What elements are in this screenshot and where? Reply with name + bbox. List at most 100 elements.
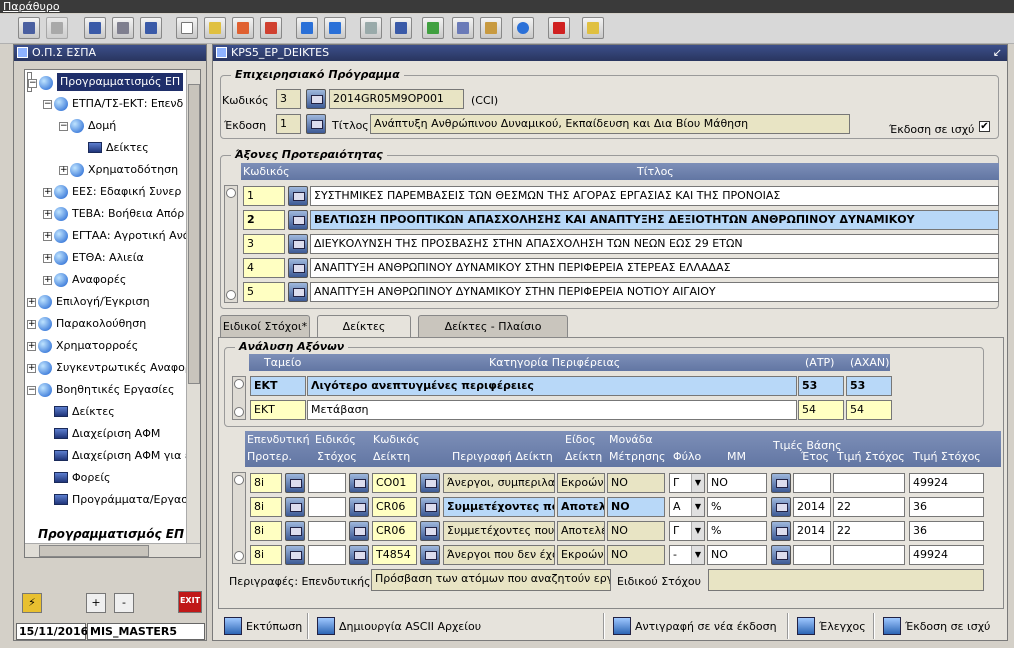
notes-icon[interactable] xyxy=(422,17,444,39)
check-button[interactable]: Έλεγχος xyxy=(795,615,866,639)
tab-specific-objectives[interactable]: Ειδικοί Στόχοι* xyxy=(220,315,310,337)
axis-code-field[interactable]: 3 xyxy=(243,234,285,254)
axes-row-scrollbar[interactable] xyxy=(224,185,238,303)
edit-icon[interactable] xyxy=(204,17,226,39)
objective-desc-field[interactable] xyxy=(708,569,984,591)
ascii-export-button[interactable]: Δημιουργία ASCII Αρχείου xyxy=(315,615,481,639)
collapse-button[interactable]: - xyxy=(114,593,134,613)
expand-node-icon[interactable]: + xyxy=(27,364,36,373)
axis-code-field[interactable]: 1 xyxy=(243,186,285,206)
axis-lov-icon[interactable] xyxy=(288,258,308,278)
expand-node-icon[interactable]: + xyxy=(43,210,52,219)
query-icon[interactable] xyxy=(390,17,412,39)
expand-node-icon[interactable]: + xyxy=(43,276,52,285)
axis-lov-icon[interactable] xyxy=(288,210,308,230)
save-icon[interactable] xyxy=(18,17,40,39)
indicator-description-field[interactable]: Άνεργοι που δεν έχου xyxy=(443,545,555,565)
unit-field[interactable]: ΝΟ xyxy=(607,473,665,493)
indicator-code-field[interactable]: CR06 xyxy=(372,497,417,517)
axan-field[interactable]: 53 xyxy=(846,376,892,396)
tree-horizontal-scrollbar[interactable] xyxy=(25,543,200,557)
indicator-description-field[interactable]: Άνεργοι, συμπεριλαμ xyxy=(443,473,555,493)
expand-node-icon[interactable]: + xyxy=(27,320,36,329)
atp-field[interactable]: 54 xyxy=(798,400,844,420)
collapse-node-icon[interactable]: − xyxy=(43,100,52,109)
collapse-node-icon[interactable]: − xyxy=(27,386,36,395)
objective-lov-icon[interactable] xyxy=(349,473,369,493)
version-field[interactable]: 1 xyxy=(276,114,301,134)
checkmark-icon[interactable] xyxy=(46,17,68,39)
specific-objective-field[interactable] xyxy=(308,497,346,517)
unit-field[interactable]: ΝΟ xyxy=(607,545,665,565)
indicator-code-field[interactable]: CO01 xyxy=(372,473,417,493)
indicator-lov-icon[interactable] xyxy=(420,497,440,517)
base-year-field[interactable]: 2014 xyxy=(793,521,831,541)
indicator-type-field[interactable]: Εκροών xyxy=(557,545,605,565)
sex-select[interactable]: - ▼ xyxy=(669,545,705,565)
valid-version-checkbox[interactable]: ✔ xyxy=(979,121,990,132)
mm-lov-icon[interactable] xyxy=(771,473,791,493)
axis-title-field[interactable]: ΑΝΑΠΤΥΞΗ ΑΝΘΡΩΠΙΝΟΥ ΔΥΝΑΜΙΚΟΥ ΣΤΗΝ ΠΕΡΙΦ… xyxy=(310,282,999,302)
tree-node[interactable]: − Προγραμματισμός ΕΠ xyxy=(27,72,184,92)
objective-lov-icon[interactable] xyxy=(349,497,369,517)
sex-select[interactable]: Γ ▼ xyxy=(669,521,705,541)
measurement-unit-field[interactable]: % xyxy=(707,521,767,541)
analysis-row-scrollbar[interactable] xyxy=(232,376,246,420)
base-year-field[interactable] xyxy=(793,545,831,565)
indicator-type-field[interactable]: Αποτελ xyxy=(557,497,605,517)
indicator-type-field[interactable]: Εκροών xyxy=(557,473,605,493)
indicator-code-field[interactable]: T4854 xyxy=(372,545,417,565)
version-lov-icon[interactable] xyxy=(306,114,326,134)
axis-code-field[interactable]: 2 xyxy=(243,210,285,230)
expand-node-icon[interactable]: + xyxy=(59,166,68,175)
axis-code-field[interactable]: 5 xyxy=(243,282,285,302)
duplicate-record-icon[interactable] xyxy=(140,17,162,39)
atp-field[interactable]: 53 xyxy=(798,376,844,396)
menu-window[interactable]: Παράθυρο xyxy=(3,0,60,13)
objective-lov-icon[interactable] xyxy=(349,521,369,541)
investment-lov-icon[interactable] xyxy=(285,521,305,541)
mm-lov-icon[interactable] xyxy=(771,521,791,541)
paste-icon[interactable] xyxy=(480,17,502,39)
expand-node-icon[interactable]: + xyxy=(43,188,52,197)
help-icon[interactable] xyxy=(512,17,534,39)
base-value-field[interactable]: 22 xyxy=(833,497,905,517)
indicator-code-field[interactable]: CR06 xyxy=(372,521,417,541)
investment-priority-field[interactable]: 8i xyxy=(250,521,282,541)
arrow-up-icon[interactable] xyxy=(296,17,318,39)
measurement-unit-field[interactable]: % xyxy=(707,497,767,517)
base-value-field[interactable] xyxy=(833,473,905,493)
mm-lov-icon[interactable] xyxy=(771,497,791,517)
sex-select[interactable]: Γ ▼ xyxy=(669,473,705,493)
target-value-field[interactable]: 36 xyxy=(909,497,984,517)
axis-code-field[interactable]: 4 xyxy=(243,258,285,278)
base-year-field[interactable]: 2014 xyxy=(793,497,831,517)
mm-lov-icon[interactable] xyxy=(771,545,791,565)
programme-code-field[interactable]: 3 xyxy=(276,89,301,109)
investment-priority-field[interactable]: 8i xyxy=(250,473,282,493)
tab-indicators[interactable]: Δείκτες xyxy=(317,315,411,338)
indicator-type-field[interactable]: Αποτελέ xyxy=(557,521,605,541)
indicators-row-scrollbar[interactable] xyxy=(232,472,246,564)
axis-title-field[interactable]: ΑΝΑΠΤΥΞΗ ΑΝΘΡΩΠΙΝΟΥ ΔΥΝΑΜΙΚΟΥ ΣΤΗΝ ΠΕΡΙΦ… xyxy=(310,258,999,278)
axis-title-field[interactable]: ΒΕΛΤΙΩΣΗ ΠΡΟΟΠΤΙΚΩΝ ΑΠΑΣΧΟΛΗΣΗΣ ΚΑΙ ΑΝΑΠ… xyxy=(310,210,999,230)
investment-lov-icon[interactable] xyxy=(285,473,305,493)
indicator-lov-icon[interactable] xyxy=(420,521,440,541)
unit-field[interactable]: ΝΟ xyxy=(607,521,665,541)
investment-priority-field[interactable]: 8i xyxy=(250,497,282,517)
print-button[interactable]: Εκτύπωση xyxy=(222,615,302,639)
target-value-field[interactable]: 49924 xyxy=(909,473,984,493)
region-category-field[interactable]: Μετάβαση xyxy=(307,400,797,420)
target-value-field[interactable]: 36 xyxy=(909,521,984,541)
specific-objective-field[interactable] xyxy=(308,521,346,541)
programme-lov-icon[interactable] xyxy=(306,89,326,109)
copy-version-button[interactable]: Αντιγραφή σε νέα έκδοση xyxy=(611,615,777,639)
insert-record-icon[interactable] xyxy=(84,17,106,39)
axis-title-field[interactable]: ΔΙΕΥΚΟΛΥΝΣΗ ΤΗΣ ΠΡΟΣΒΑΣΗΣ ΣΤΗΝ ΑΠΑΣΧΟΛΗΣ… xyxy=(310,234,999,254)
expand-node-icon[interactable]: + xyxy=(27,342,36,351)
base-value-field[interactable]: 22 xyxy=(833,521,905,541)
unit-field[interactable]: ΝΟ xyxy=(607,497,665,517)
fund-field[interactable]: ΕΚΤ xyxy=(250,400,306,420)
axis-lov-icon[interactable] xyxy=(288,234,308,254)
indicator-description-field[interactable]: Συμμετέχοντες που xyxy=(443,497,555,517)
